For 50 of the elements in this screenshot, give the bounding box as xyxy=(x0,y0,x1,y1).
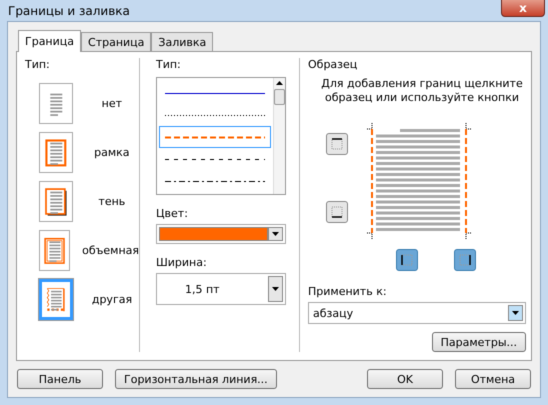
border-icon xyxy=(457,252,473,268)
scroll-thumb[interactable] xyxy=(274,89,285,105)
line-sample-icon xyxy=(165,92,265,94)
border-toggle-button[interactable] xyxy=(396,249,418,271)
tab[interactable]: Заливка xyxy=(151,32,214,51)
preview-title: Образец xyxy=(308,58,358,71)
width-value: 1,5 пт xyxy=(184,282,221,296)
setting-label: Тип: xyxy=(25,58,51,71)
border-toggle-button[interactable] xyxy=(326,201,348,223)
dropdown-button[interactable] xyxy=(268,276,283,302)
close-button[interactable]: x xyxy=(501,0,545,17)
scrollbar[interactable] xyxy=(273,78,285,194)
preview-hint: Для добавления границ щелкните образец или используйте кнопки xyxy=(320,77,524,105)
tab[interactable]: Граница xyxy=(18,30,82,52)
caret-icon xyxy=(272,232,279,236)
setting-option-label[interactable]: объемная xyxy=(82,244,139,257)
border-toggle-button[interactable] xyxy=(326,133,348,155)
apply-to-value: абзацу xyxy=(312,306,354,320)
window-title: Границы и заливка xyxy=(8,4,130,18)
scroll-up-icon[interactable] xyxy=(276,81,283,85)
options-button[interactable]: Параметры... xyxy=(432,332,526,352)
border-icon xyxy=(399,252,415,268)
dialog-button[interactable]: Отмена xyxy=(455,369,531,389)
setting-option-label[interactable]: рамка xyxy=(84,146,139,159)
dropdown-button[interactable] xyxy=(508,305,523,321)
border-icon xyxy=(329,136,345,152)
setting-option-label[interactable]: тень xyxy=(84,195,139,208)
style-label: Тип: xyxy=(156,58,182,71)
dialog-button[interactable]: Панель xyxy=(17,369,103,389)
color-dropdown[interactable] xyxy=(156,224,286,244)
dialog-button[interactable]: OK xyxy=(367,369,443,389)
border-icon xyxy=(329,204,345,220)
width-label: Ширина: xyxy=(156,256,208,269)
border-toggle-button[interactable] xyxy=(454,249,476,271)
caret-icon xyxy=(272,287,279,291)
setting-option-label[interactable]: другая xyxy=(84,293,139,306)
line-sample-icon xyxy=(165,158,265,160)
width-dropdown[interactable]: 1,5 пт xyxy=(156,273,286,305)
color-label: Цвет: xyxy=(156,207,189,220)
caret-icon xyxy=(512,311,519,315)
border-setting-icon[interactable] xyxy=(39,181,73,222)
dialog-button[interactable]: Горизонтальная линия... xyxy=(115,369,277,389)
dropdown-button[interactable] xyxy=(268,227,283,241)
line-sample-icon xyxy=(165,114,265,116)
setting-option-label[interactable]: нет xyxy=(84,97,139,110)
line-sample-icon xyxy=(165,180,265,182)
apply-to-dropdown[interactable]: абзацу xyxy=(308,302,526,324)
line-sample-icon xyxy=(165,136,265,138)
tab[interactable]: Страница xyxy=(81,32,152,51)
apply-to-label: Применить к: xyxy=(308,285,388,298)
